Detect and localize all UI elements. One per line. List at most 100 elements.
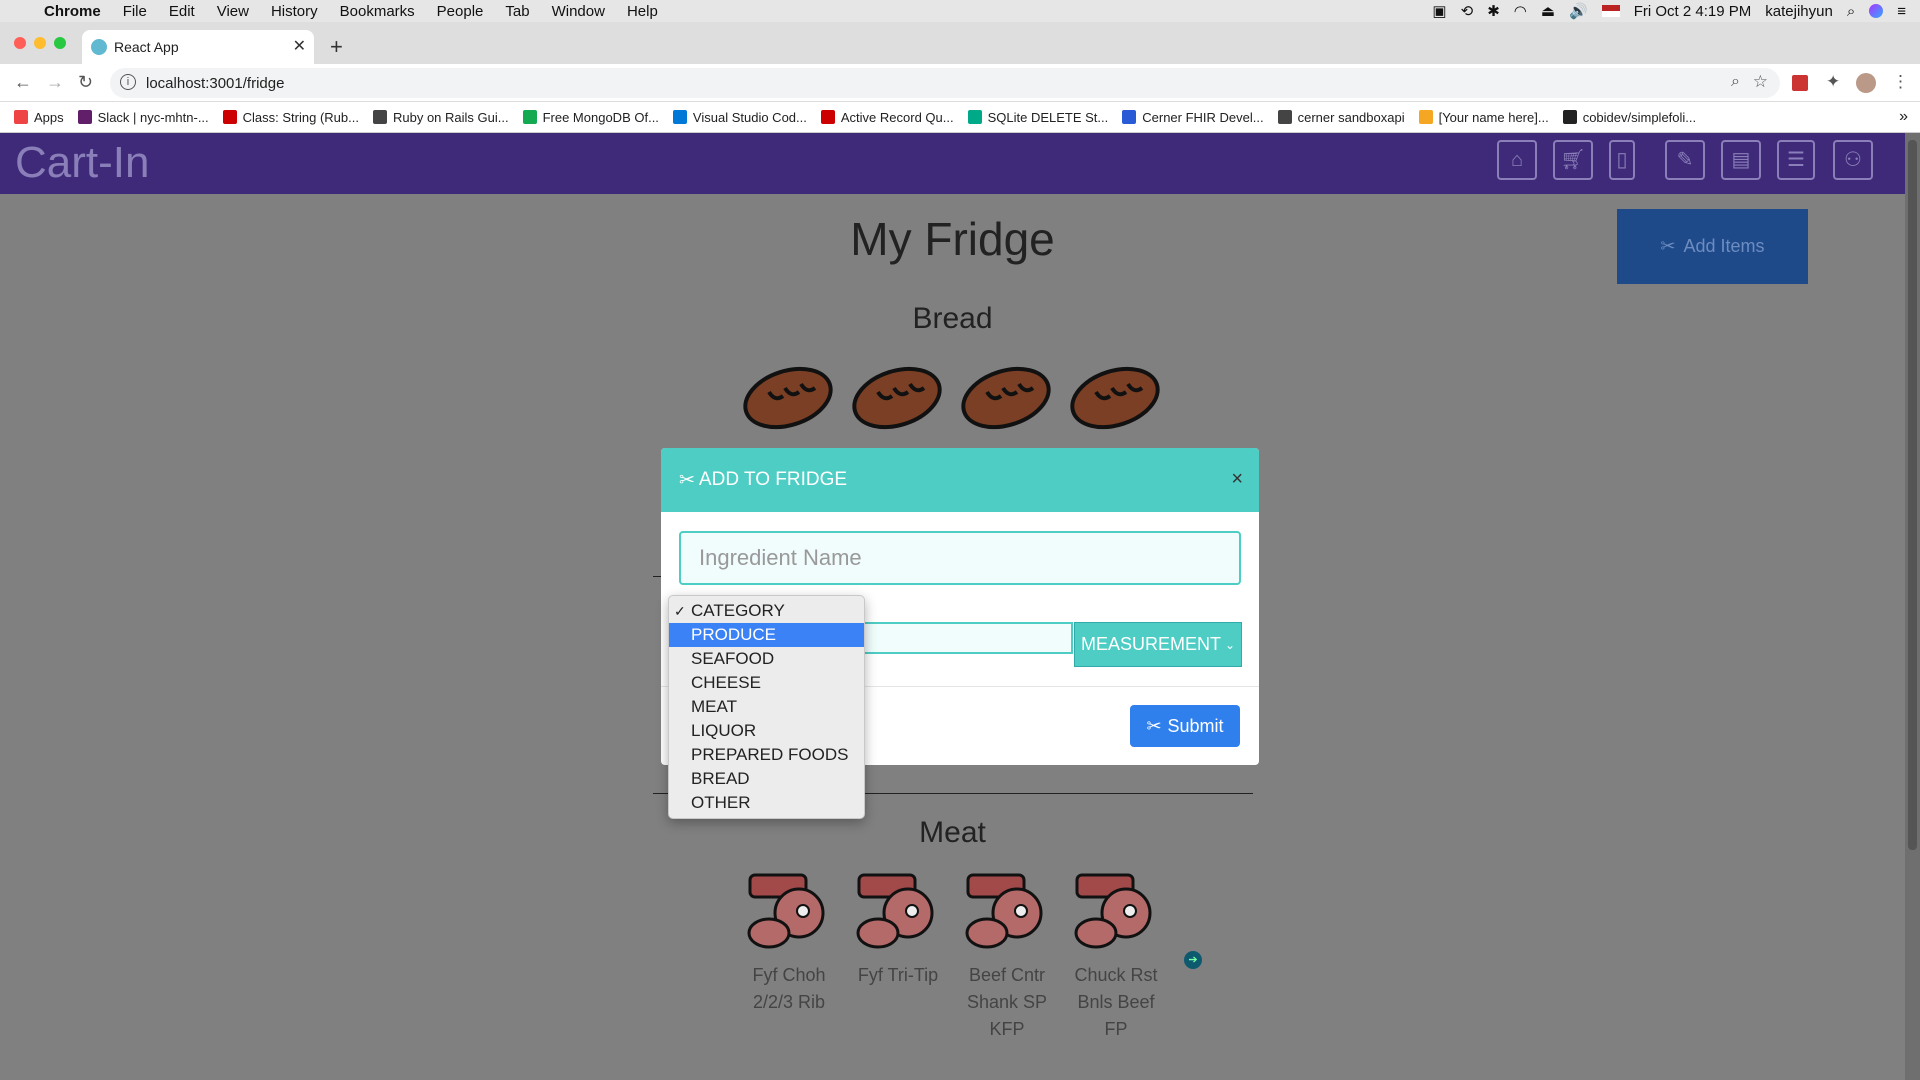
calendar-icon[interactable]: ☰ (1777, 140, 1815, 180)
dropdown-option[interactable]: SEAFOOD (669, 647, 864, 671)
dropdown-option[interactable]: BREAD (669, 767, 864, 791)
menu-file[interactable]: File (123, 3, 147, 20)
bookmark-item[interactable]: Free MongoDB Of... (522, 109, 659, 125)
bookmark-favicon-icon (522, 110, 537, 124)
maximize-window-icon[interactable] (54, 37, 66, 49)
bookmark-item[interactable]: Ruby on Rails Gui... (372, 110, 509, 125)
add-items-label: Add Items (1683, 236, 1765, 256)
menu-window[interactable]: Window (552, 3, 605, 20)
scrollbar-thumb[interactable] (1908, 140, 1917, 850)
meat-item-icon[interactable] (1072, 873, 1162, 953)
spotlight-icon[interactable]: ⌕ (1847, 3, 1855, 20)
bookmark-label: cerner sandboxapi (1297, 109, 1405, 125)
bookmark-star-icon[interactable]: ☆ (1753, 72, 1768, 92)
bookmarks-overflow-icon[interactable]: » (1899, 108, 1908, 126)
measurement-select[interactable]: MEASUREMENT ⌄ (1074, 622, 1242, 667)
bookmark-favicon-icon (1418, 110, 1433, 124)
extensions-puzzle-icon[interactable]: ✦ (1826, 72, 1840, 92)
ingredient-name-input[interactable]: Ingredient Name (679, 531, 1241, 585)
bookmark-item[interactable]: Cerner FHIR Devel... (1122, 109, 1264, 125)
bookmark-item[interactable]: Slack | nyc-mhtn-... (77, 110, 209, 125)
bookmark-item[interactable]: Visual Studio Cod... (672, 110, 807, 125)
menu-bookmarks[interactable]: Bookmarks (340, 3, 415, 20)
cart-icon[interactable]: 🛒︎ (1553, 140, 1593, 180)
bread-item[interactable] (959, 360, 1053, 430)
dropdown-option[interactable]: PRODUCE (669, 623, 864, 647)
dropdown-option[interactable]: MEAT (669, 695, 864, 719)
browser-toolbar: ← → ↻ i localhost:3001/fridge ⌕ ☆ ✦ ⋮ (0, 64, 1920, 102)
bookmark-label: Cerner FHIR Devel... (1142, 109, 1264, 125)
flag-icon[interactable] (1601, 5, 1620, 17)
bookmark-item[interactable]: [Your name here]... (1418, 109, 1549, 125)
dropdown-option[interactable]: OTHER (669, 791, 864, 815)
community-icon[interactable]: ⚇ (1833, 140, 1873, 180)
siri-icon[interactable] (1869, 4, 1884, 18)
menu-people[interactable]: People (437, 3, 484, 20)
meat-item-icon[interactable] (854, 873, 944, 953)
bread-item[interactable] (1068, 360, 1162, 430)
volume-icon[interactable]: 🔊 (1569, 2, 1588, 20)
bread-item[interactable] (741, 360, 835, 430)
url-text: localhost:3001/fridge (146, 74, 285, 92)
modal-header: ✂ ADD TO FRIDGE × (661, 448, 1259, 512)
time-machine-icon[interactable]: ⟲ (1461, 2, 1474, 20)
back-icon[interactable]: ← (14, 72, 32, 93)
meat-item-icon[interactable] (745, 873, 835, 953)
dropdown-option[interactable]: PREPARED FOODS (669, 743, 864, 767)
add-items-button[interactable]: ✂ Add Items (1617, 209, 1808, 284)
bookmark-item[interactable]: Apps (14, 110, 64, 125)
chrome-menu-icon[interactable]: ⋮ (1892, 72, 1909, 92)
bread-item[interactable] (850, 360, 944, 430)
quantity-input[interactable] (861, 622, 1073, 654)
close-window-icon[interactable] (14, 37, 26, 49)
notification-center-icon[interactable]: ≡ (1897, 3, 1906, 20)
dropdown-option[interactable]: LIQUOR (669, 719, 864, 743)
menu-history[interactable]: History (271, 3, 318, 20)
bookmark-label: Free MongoDB Of... (542, 109, 659, 125)
zoom-icon[interactable]: ⌕ (1731, 73, 1740, 91)
meat-item-icon[interactable] (963, 873, 1053, 953)
fridge-icon[interactable]: ▯ (1609, 140, 1635, 180)
category-dropdown[interactable]: ✓ CATEGORY PRODUCE SEAFOOD CHEESE MEAT LI… (668, 595, 865, 819)
close-modal-button[interactable]: × (1231, 468, 1243, 491)
profile-avatar[interactable] (1856, 73, 1876, 93)
app-menu-name[interactable]: Chrome (44, 3, 101, 20)
eject-icon[interactable]: ⏏ (1541, 2, 1555, 20)
forward-icon[interactable]: → (46, 72, 64, 93)
close-tab-icon[interactable]: ✕ (293, 36, 306, 56)
brand-logo[interactable]: Cart-In (15, 138, 149, 188)
recipe-book-icon[interactable]: ✎ (1665, 140, 1705, 180)
submit-button[interactable]: ✂ Submit (1130, 705, 1240, 747)
home-icon[interactable]: ⌂ (1497, 140, 1537, 180)
bookmark-label: Active Record Qu... (840, 109, 954, 125)
address-bar[interactable]: i localhost:3001/fridge ⌕ ☆ (110, 68, 1780, 98)
browser-tab[interactable]: React App ✕ (82, 30, 314, 64)
menu-edit[interactable]: Edit (169, 3, 195, 20)
bookmark-item[interactable]: Class: String (Rub... (222, 110, 359, 125)
bookmark-item[interactable]: Active Record Qu... (820, 109, 954, 125)
meat-item-label: Fyf Choh 2/2/3 Rib (752, 965, 826, 1012)
extension-icon[interactable] (1792, 75, 1808, 91)
wifi-icon[interactable]: ◠ (1514, 2, 1527, 20)
reload-icon[interactable]: ↻ (78, 72, 93, 93)
bluetooth-icon[interactable]: ✱ (1487, 2, 1500, 20)
clock[interactable]: Fri Oct 2 4:19 PM (1634, 3, 1752, 20)
menu-help[interactable]: Help (627, 3, 658, 20)
bookmark-item[interactable]: SQLite DELETE St... (967, 110, 1108, 125)
bookmark-favicon-icon (222, 110, 237, 124)
recipe-card-icon[interactable]: ▤ (1721, 140, 1761, 180)
video-icon[interactable]: ▣ (1432, 2, 1446, 20)
new-tab-icon[interactable]: + (330, 34, 343, 60)
menu-tab[interactable]: Tab (505, 3, 529, 20)
minimize-window-icon[interactable] (34, 37, 46, 49)
menu-view[interactable]: View (217, 3, 249, 20)
next-arrow-icon[interactable]: ➔ (1184, 951, 1202, 969)
bookmark-item[interactable]: cerner sandboxapi (1277, 109, 1405, 125)
status-area: ▣ ⟲ ✱ ◠ ⏏ 🔊 Fri Oct 2 4:19 PM katejihyun… (1432, 0, 1906, 22)
bookmark-item[interactable]: cobidev/simplefoli... (1562, 110, 1696, 125)
dropdown-option[interactable]: ✓ CATEGORY (669, 599, 864, 623)
site-info-icon[interactable]: i (120, 74, 136, 90)
bookmark-label: [Your name here]... (1438, 109, 1549, 125)
dropdown-option[interactable]: CHEESE (669, 671, 864, 695)
user-name[interactable]: katejihyun (1765, 3, 1833, 20)
